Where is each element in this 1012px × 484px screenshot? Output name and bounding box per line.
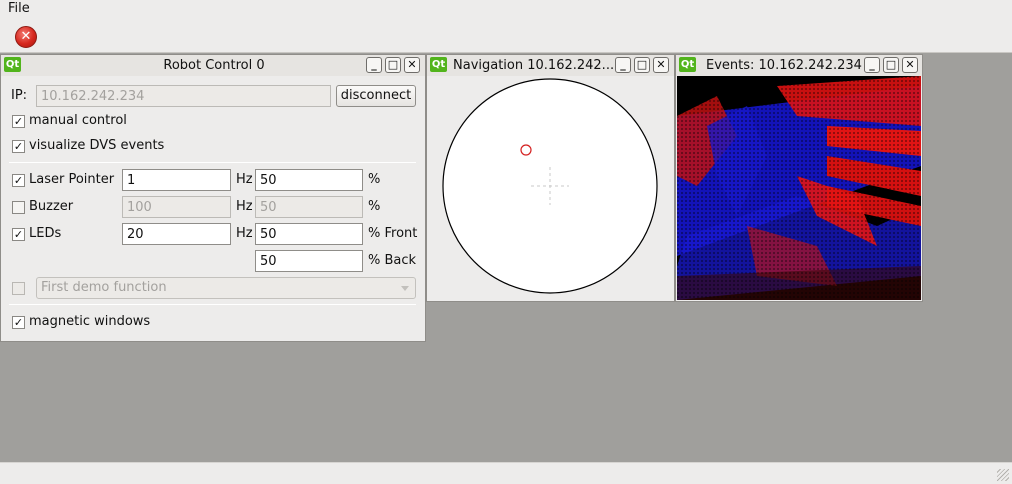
hz-unit-label: Hz bbox=[236, 199, 253, 214]
maximize-button[interactable]: □ bbox=[883, 57, 899, 73]
hz-unit-label: Hz bbox=[236, 226, 253, 241]
menu-bar: File bbox=[0, 0, 1012, 19]
back-unit-label: % Back bbox=[368, 253, 417, 268]
navigation-titlebar[interactable]: Qt Navigation 10.162.242.... _ □ ✕ bbox=[427, 55, 674, 76]
qt-logo-icon: Qt bbox=[679, 57, 696, 72]
minimize-button[interactable]: _ bbox=[864, 57, 880, 73]
navigation-canvas[interactable] bbox=[427, 76, 674, 300]
chevron-down-icon bbox=[401, 286, 409, 291]
ip-label: IP: bbox=[11, 88, 28, 103]
leds-back-field[interactable] bbox=[255, 250, 363, 272]
toolbar: ✕ bbox=[0, 19, 1012, 53]
percent-unit-label: % bbox=[368, 172, 381, 187]
menu-file[interactable]: File bbox=[4, 1, 34, 16]
manual-control-label[interactable]: manual control bbox=[29, 113, 127, 128]
dvs-events-view bbox=[677, 76, 921, 300]
visualize-dvs-checkbox[interactable]: ✓ bbox=[12, 140, 25, 153]
buzzer-checkbox[interactable] bbox=[12, 201, 25, 214]
ip-field[interactable] bbox=[36, 85, 331, 107]
laser-pointer-checkbox[interactable]: ✓ bbox=[12, 174, 25, 187]
qt-logo-icon: Qt bbox=[430, 57, 447, 72]
maximize-button[interactable]: □ bbox=[385, 57, 401, 73]
resize-grip-icon[interactable] bbox=[997, 469, 1009, 481]
status-bar bbox=[0, 462, 1012, 484]
window-title: Events: 10.162.242.234 bbox=[706, 58, 862, 73]
minimize-button[interactable]: _ bbox=[366, 57, 382, 73]
separator bbox=[9, 162, 416, 163]
demo-function-checkbox[interactable] bbox=[12, 282, 25, 295]
leds-label[interactable]: LEDs bbox=[29, 226, 61, 241]
manual-control-checkbox[interactable]: ✓ bbox=[12, 115, 25, 128]
close-circle-icon[interactable]: ✕ bbox=[15, 26, 37, 48]
close-button[interactable]: ✕ bbox=[902, 57, 918, 73]
magnetic-windows-checkbox[interactable]: ✓ bbox=[12, 316, 25, 329]
disconnect-button[interactable]: disconnect bbox=[336, 85, 416, 107]
leds-checkbox[interactable]: ✓ bbox=[12, 228, 25, 241]
buzzer-hz-field[interactable] bbox=[122, 196, 231, 218]
demo-function-select[interactable]: First demo function bbox=[36, 277, 416, 299]
close-button[interactable]: ✕ bbox=[653, 57, 669, 73]
magnetic-windows-label[interactable]: magnetic windows bbox=[29, 314, 150, 329]
window-title: Robot Control 0 bbox=[163, 58, 265, 73]
laser-hz-field[interactable] bbox=[122, 169, 231, 191]
navigation-window: Qt Navigation 10.162.242.... _ □ ✕ bbox=[426, 54, 675, 302]
demo-function-value: First demo function bbox=[41, 280, 167, 295]
buzzer-percent-field[interactable] bbox=[255, 196, 363, 218]
maximize-button[interactable]: □ bbox=[634, 57, 650, 73]
percent-unit-label: % bbox=[368, 199, 381, 214]
window-title: Navigation 10.162.242.... bbox=[453, 58, 613, 73]
buzzer-label[interactable]: Buzzer bbox=[29, 199, 73, 214]
laser-percent-field[interactable] bbox=[255, 169, 363, 191]
hz-unit-label: Hz bbox=[236, 172, 253, 187]
robot-control-titlebar[interactable]: Qt Robot Control 0 _ □ ✕ bbox=[1, 55, 425, 76]
front-unit-label: % Front bbox=[368, 226, 418, 241]
dvs-events-image bbox=[677, 76, 921, 300]
events-window: Qt Events: 10.162.242.234 _ □ ✕ bbox=[675, 54, 923, 302]
navigation-map[interactable] bbox=[427, 76, 674, 300]
close-button[interactable]: ✕ bbox=[404, 57, 420, 73]
events-titlebar[interactable]: Qt Events: 10.162.242.234 _ □ ✕ bbox=[676, 55, 922, 76]
separator bbox=[9, 304, 416, 305]
laser-pointer-label[interactable]: Laser Pointer bbox=[29, 172, 114, 187]
leds-front-field[interactable] bbox=[255, 223, 363, 245]
leds-hz-field[interactable] bbox=[122, 223, 231, 245]
visualize-dvs-label[interactable]: visualize DVS events bbox=[29, 138, 164, 153]
robot-control-window: Qt Robot Control 0 _ □ ✕ IP: disconnect … bbox=[0, 54, 426, 342]
minimize-button[interactable]: _ bbox=[615, 57, 631, 73]
